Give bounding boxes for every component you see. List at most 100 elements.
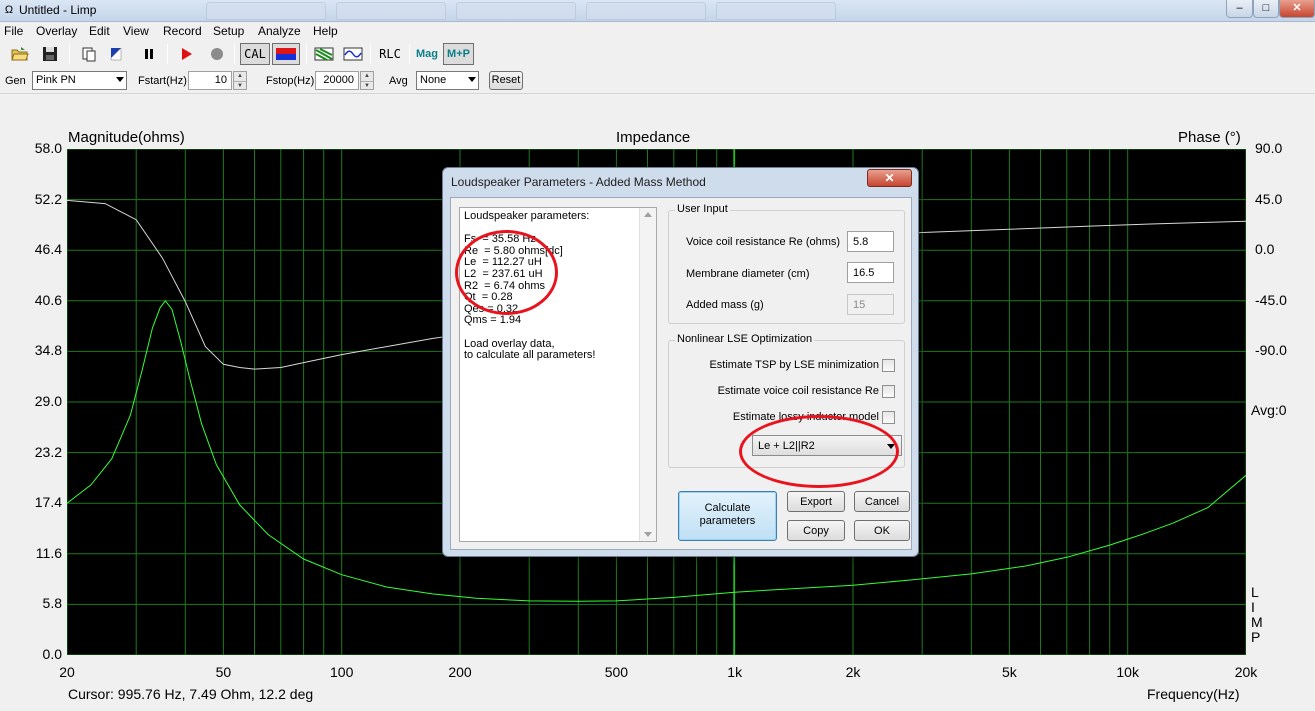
y2-tick-label: -90.0 xyxy=(1255,342,1287,359)
x-axis-title: Frequency(Hz) xyxy=(1147,686,1240,702)
export-button[interactable]: Export xyxy=(787,491,845,512)
scroll-up-icon[interactable] xyxy=(644,212,652,217)
chevron-down-icon xyxy=(116,77,124,82)
y-tick-label: 34.8 xyxy=(34,342,62,359)
user-input-title: User Input xyxy=(675,203,730,215)
estimate-re-label: Estimate voice coil resistance Re xyxy=(717,385,879,397)
limp-letter: M xyxy=(1251,614,1263,630)
fstop-input[interactable]: 20000 xyxy=(315,71,359,90)
y-tick-label: 17.4 xyxy=(34,494,62,511)
background-window-tab xyxy=(586,2,706,20)
y-tick-label: 0.0 xyxy=(42,646,62,662)
cal-button[interactable]: CAL xyxy=(240,43,270,65)
annotation-circle-results xyxy=(455,230,558,315)
menu-bar: File Overlay Edit View Record Setup Anal… xyxy=(0,22,1315,40)
dialog-titlebar[interactable]: Loudspeaker Parameters - Added Mass Meth… xyxy=(443,168,918,194)
x-tick-label: 500 xyxy=(604,664,629,680)
loudspeaker-parameters-dialog: Loudspeaker Parameters - Added Mass Meth… xyxy=(442,167,919,557)
user-input-group: User Input Voice coil resistance Re (ohm… xyxy=(668,203,905,324)
added-mass-input[interactable]: 15 xyxy=(847,294,894,315)
maximize-button[interactable]: □ xyxy=(1253,0,1279,18)
y2-tick-label: -45.0 xyxy=(1255,291,1287,308)
y-tick-label: 5.8 xyxy=(42,595,62,612)
play-icon[interactable] xyxy=(175,43,197,65)
y-tick-label: 29.0 xyxy=(34,393,62,409)
ok-button[interactable]: OK xyxy=(854,520,910,541)
dialog-close-button[interactable]: ✕ xyxy=(867,169,912,187)
lossy-inductor-checkbox[interactable] xyxy=(882,411,895,424)
record-icon[interactable] xyxy=(206,43,228,65)
mag-phase-label: M+P xyxy=(447,48,470,60)
estimate-tsp-checkbox[interactable] xyxy=(882,359,895,372)
chevron-down-icon xyxy=(468,77,476,82)
marker-icon[interactable] xyxy=(105,43,127,65)
limp-letter: I xyxy=(1251,599,1255,615)
y-tick-label: 23.2 xyxy=(34,443,62,460)
y-tick-label: 52.2 xyxy=(34,190,62,207)
overlay-green-icon[interactable] xyxy=(312,43,336,65)
left-axis-title: Magnitude(ohms) xyxy=(68,129,185,146)
avg-value: None xyxy=(420,74,447,86)
results-scrollbar[interactable] xyxy=(639,208,656,541)
cancel-button[interactable]: Cancel xyxy=(854,491,910,512)
estimate-tsp-label: Estimate TSP by LSE minimization xyxy=(709,359,879,371)
calculate-parameters-button[interactable]: Calculate parameters xyxy=(678,491,777,541)
avg-select[interactable]: None xyxy=(416,71,479,90)
minimize-button[interactable]: – xyxy=(1226,0,1253,18)
open-folder-icon[interactable] xyxy=(9,43,31,65)
x-tick-label: 2k xyxy=(845,664,861,680)
menu-file[interactable]: File xyxy=(4,24,23,38)
x-tick-label: 20 xyxy=(59,664,75,680)
menu-overlay[interactable]: Overlay xyxy=(36,24,77,38)
y-tick-label: 40.6 xyxy=(34,291,62,308)
membrane-diameter-input[interactable]: 16.5 xyxy=(847,262,894,283)
estimate-re-checkbox[interactable] xyxy=(882,385,895,398)
menu-help[interactable]: Help xyxy=(313,24,338,38)
rlc-button[interactable]: RLC xyxy=(376,43,404,65)
menu-analyze[interactable]: Analyze xyxy=(258,24,301,38)
y2-tick-label: 45.0 xyxy=(1255,190,1283,207)
rlc-label: RLC xyxy=(379,47,401,61)
menu-edit[interactable]: Edit xyxy=(89,24,110,38)
waveform-icon[interactable] xyxy=(341,43,365,65)
fstop-spinner[interactable]: ▲ ▼ xyxy=(360,71,374,90)
avg-indicator: Avg:0 xyxy=(1251,402,1287,418)
membrane-diameter-label: Membrane diameter (cm) xyxy=(686,268,810,280)
close-button[interactable]: ✕ xyxy=(1279,0,1315,18)
fstart-spinner[interactable]: ▲ ▼ xyxy=(233,71,247,90)
app-icon: Ω xyxy=(4,4,14,16)
gen-label: Gen xyxy=(5,75,26,87)
background-window-tab xyxy=(716,2,836,20)
y-tick-label: 11.6 xyxy=(35,544,62,561)
lse-title: Nonlinear LSE Optimization xyxy=(675,333,815,345)
cal-label: CAL xyxy=(244,47,266,61)
menu-view[interactable]: View xyxy=(123,24,149,38)
dialog-title: Loudspeaker Parameters - Added Mass Meth… xyxy=(451,175,706,189)
mag-label: Mag xyxy=(416,48,438,60)
save-icon[interactable] xyxy=(39,43,61,65)
menu-record[interactable]: Record xyxy=(163,24,202,38)
menu-setup[interactable]: Setup xyxy=(213,24,244,38)
toolbar: CAL RLC Mag M+P xyxy=(0,40,1315,68)
mag-button[interactable]: Mag xyxy=(413,43,441,65)
y-tick-label: 58.0 xyxy=(34,140,62,156)
generator-select[interactable]: Pink PN xyxy=(32,71,127,90)
re-input[interactable]: 5.8 xyxy=(847,231,894,252)
limp-letter: L xyxy=(1251,584,1259,600)
reset-button[interactable]: Reset xyxy=(489,71,523,90)
limp-vertical-label: L I M P xyxy=(1251,585,1263,645)
fstart-label: Fstart(Hz) xyxy=(138,75,187,87)
x-tick-label: 20k xyxy=(1234,664,1258,680)
background-window-tab xyxy=(336,2,446,20)
mag-phase-button[interactable]: M+P xyxy=(443,43,474,65)
copy-icon[interactable] xyxy=(78,43,100,65)
x-tick-label: 5k xyxy=(1001,664,1017,680)
annotation-circle-model xyxy=(739,415,899,488)
impedance-mode-icon[interactable] xyxy=(272,43,300,65)
copy-button[interactable]: Copy xyxy=(787,520,845,541)
fstart-input[interactable]: 10 xyxy=(188,71,232,90)
scroll-down-icon[interactable] xyxy=(644,532,652,537)
added-mass-label: Added mass (g) xyxy=(686,299,764,311)
right-axis-title: Phase (°) xyxy=(1178,129,1241,146)
pause-icon[interactable] xyxy=(138,43,160,65)
